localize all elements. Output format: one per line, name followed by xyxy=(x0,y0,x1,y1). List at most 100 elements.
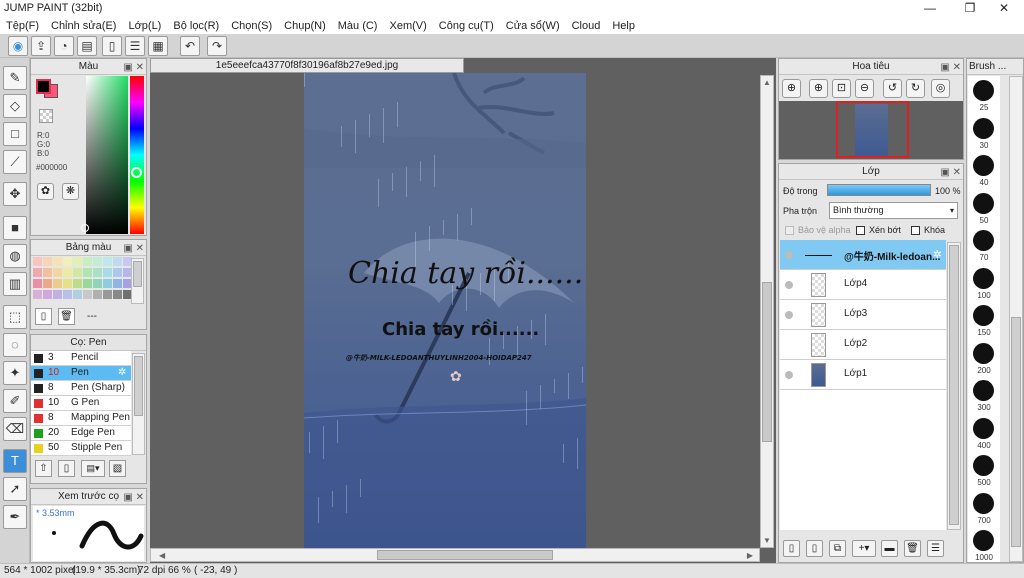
brush-item[interactable]: 10 G Pen xyxy=(31,396,131,411)
add-layer-menu-icon[interactable]: +▾ xyxy=(852,540,876,557)
color-swatch[interactable] xyxy=(93,268,102,277)
operation-tool-icon[interactable]: ➚ xyxy=(3,477,27,501)
scroll-up-icon[interactable]: ▲ xyxy=(763,78,771,87)
menu-tools[interactable]: Công cụ(T) xyxy=(433,20,500,32)
color-swatch[interactable] xyxy=(103,268,112,277)
color-swatch[interactable] xyxy=(33,257,42,266)
new-text-layer-icon[interactable]: ▯ xyxy=(806,540,823,557)
color-swatch[interactable] xyxy=(83,290,92,299)
color-swatch[interactable] xyxy=(63,279,72,288)
color-swatch[interactable] xyxy=(63,290,72,299)
settings-gear-icon[interactable]: ✲ xyxy=(118,366,126,380)
menu-cloud[interactable]: Cloud xyxy=(566,20,607,32)
brush-tool-icon[interactable]: ✎ xyxy=(3,66,27,90)
transparent-color-icon[interactable] xyxy=(39,109,53,123)
settings-gear-icon[interactable]: ✲ xyxy=(933,248,942,261)
color-swatch[interactable] xyxy=(93,257,102,266)
fill-rect-icon[interactable]: ■ xyxy=(3,216,27,240)
brush-size-dot[interactable] xyxy=(973,192,994,214)
undo-icon[interactable]: ↶ xyxy=(180,36,200,56)
menu-color[interactable]: Màu (C) xyxy=(332,20,384,32)
menu-view[interactable]: Xem(V) xyxy=(383,20,432,32)
layer-row[interactable]: Lớp4 xyxy=(780,270,946,300)
menu-layer[interactable]: Lớp(L) xyxy=(122,20,167,32)
panel-controls-icon[interactable]: ▣ ✕ xyxy=(123,60,144,75)
color-swatch[interactable] xyxy=(93,279,102,288)
new-layer-icon[interactable]: ▯ xyxy=(783,540,800,557)
brush-size-dot[interactable] xyxy=(973,380,994,401)
visibility-icon[interactable] xyxy=(785,251,793,259)
marquee-tool-icon[interactable]: ⬚ xyxy=(3,305,27,329)
brush-size-scrollbar[interactable] xyxy=(1009,76,1023,562)
color-picker-cursor[interactable] xyxy=(81,224,89,232)
bucket-tool-icon[interactable]: ◍ xyxy=(3,244,27,268)
color-swatch[interactable] xyxy=(73,257,82,266)
opacity-slider[interactable] xyxy=(827,184,931,196)
zoom-plus-icon[interactable]: ⊕ xyxy=(809,79,828,98)
move-tool-icon[interactable]: ✥ xyxy=(3,182,27,206)
delete-layer-icon[interactable]: 🗑 xyxy=(904,540,921,557)
fit-screen-icon[interactable]: ⊡ xyxy=(832,79,851,98)
color-swatch[interactable] xyxy=(63,268,72,277)
artwork-canvas[interactable]: Chia tay rồi...... Chia tay rồi...... @牛… xyxy=(304,73,586,548)
close-button[interactable]: ✕ xyxy=(990,0,1018,17)
minimize-button[interactable]: — xyxy=(916,0,944,17)
select-eraser-icon[interactable]: ⌫ xyxy=(3,417,27,441)
menu-window[interactable]: Cửa sổ(W) xyxy=(500,20,566,32)
panel-controls-icon[interactable]: ▣ ✕ xyxy=(123,490,144,505)
lasso-tool-icon[interactable]: ◌ xyxy=(3,333,27,357)
brush-size-dot[interactable] xyxy=(973,342,994,364)
color-swatch[interactable] xyxy=(53,290,62,299)
navigator-view[interactable] xyxy=(779,101,963,159)
hue-slider[interactable] xyxy=(130,76,144,234)
layer-scroll-thumb[interactable] xyxy=(949,245,959,525)
color-swatch[interactable] xyxy=(53,257,62,266)
brush-size-dot[interactable] xyxy=(973,117,994,139)
brush-item-selected[interactable]: 10 Pen ✲ xyxy=(31,366,131,381)
panel-controls-icon[interactable]: ▣ ✕ xyxy=(940,165,961,180)
lock-checkbox[interactable] xyxy=(911,226,920,235)
color-swatch[interactable] xyxy=(83,257,92,266)
layer-scrollbar[interactable] xyxy=(947,242,961,530)
menu-filter[interactable]: Bộ lọc(R) xyxy=(167,20,225,32)
brush-size-dot[interactable] xyxy=(973,267,994,289)
menu-capture[interactable]: Chụp(N) xyxy=(278,20,332,32)
brush-size-dot[interactable] xyxy=(973,305,994,326)
color-swatch[interactable] xyxy=(73,268,82,277)
color-swatch[interactable] xyxy=(113,268,122,277)
new-brush-icon[interactable]: ▯ xyxy=(58,460,75,477)
swatch-scrollbar[interactable] xyxy=(131,258,144,304)
new-swatch-icon[interactable]: ▯ xyxy=(35,308,52,325)
color-swatch[interactable] xyxy=(43,268,52,277)
palette-icon[interactable]: ✿ xyxy=(37,183,54,200)
zoom-out-icon[interactable]: ⊖ xyxy=(855,79,874,98)
brush-upload-icon[interactable]: ⇧ xyxy=(35,460,52,477)
layer-menu-icon[interactable]: ☰ xyxy=(927,540,944,557)
foreground-color-swatch[interactable] xyxy=(36,79,51,94)
scroll-down-icon[interactable]: ▼ xyxy=(763,536,771,545)
scroll-left-icon[interactable]: ◀ xyxy=(159,551,165,560)
brush-size-dot[interactable] xyxy=(973,530,994,551)
brush-item[interactable]: 8 Pen (Sharp) xyxy=(31,381,131,396)
brush-menu-icon[interactable]: ▤▾ xyxy=(81,460,105,477)
menu-file[interactable]: Tệp(F) xyxy=(0,20,45,32)
rotate-right-icon[interactable]: ↻ xyxy=(906,79,925,98)
line-tool-icon[interactable]: ⟋ xyxy=(3,150,27,174)
color-swatch[interactable] xyxy=(113,290,122,299)
visibility-icon[interactable] xyxy=(785,371,793,379)
layer-row[interactable]: Lớp3 xyxy=(780,300,946,330)
brush-size-dot[interactable] xyxy=(973,455,994,476)
eyedropper-tool-icon[interactable]: ✒ xyxy=(3,505,27,529)
saturation-value-picker[interactable] xyxy=(86,76,128,234)
horizontal-scroll-thumb[interactable] xyxy=(377,550,553,560)
chat-icon[interactable]: ◔ xyxy=(54,36,74,56)
brush-settings-icon[interactable]: ▧ xyxy=(109,460,126,477)
folder-icon[interactable]: ▬ xyxy=(881,540,898,557)
menu-select[interactable]: Chọn(S) xyxy=(225,20,278,32)
rotate-left-icon[interactable]: ↺ xyxy=(883,79,902,98)
color-swatch[interactable] xyxy=(63,257,72,266)
duplicate-layer-icon[interactable]: ⧉ xyxy=(829,540,846,557)
color-swatch[interactable] xyxy=(73,279,82,288)
protect-alpha-checkbox[interactable] xyxy=(785,226,794,235)
eraser-tool-icon[interactable]: ◇ xyxy=(3,94,27,118)
